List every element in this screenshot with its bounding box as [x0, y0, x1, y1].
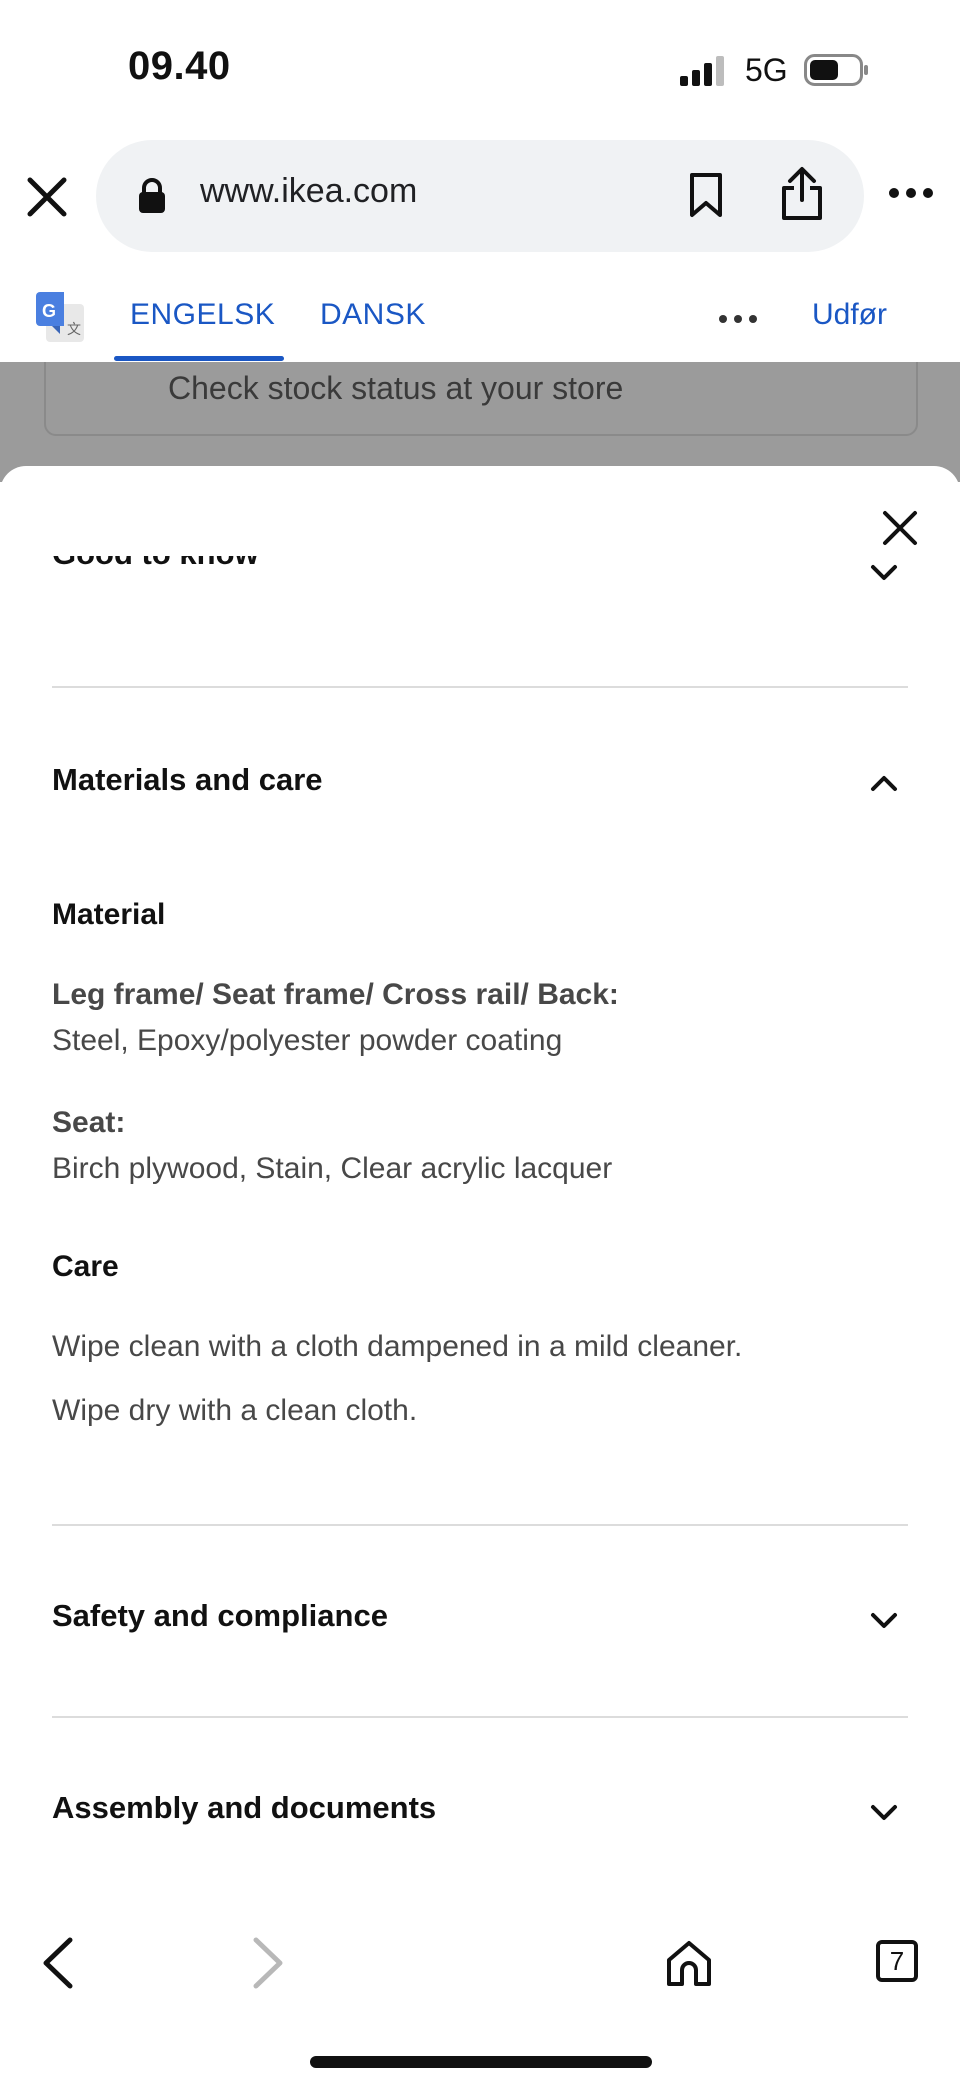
more-options-icon[interactable]: [718, 314, 758, 324]
svg-text:文: 文: [67, 322, 81, 338]
active-tab-indicator: [114, 356, 284, 361]
chevron-down-icon: [871, 1805, 897, 1820]
product-details-sheet: Good to know Materials and care Material…: [0, 466, 960, 1906]
battery-icon: [804, 54, 868, 86]
url-text[interactable]: www.ikea.com: [200, 172, 417, 211]
stock-status-text: Check stock status at your store: [168, 370, 624, 406]
accordion-materials-and-care[interactable]: Materials and care: [52, 762, 908, 812]
share-icon[interactable]: [780, 166, 824, 222]
back-arrow-icon[interactable]: [40, 1936, 76, 1990]
material-part-value: Birch plywood, Stain, Clear acrylic lacq…: [52, 1152, 613, 1185]
material-part-value: Steel, Epoxy/polyester powder coating: [52, 1024, 563, 1057]
care-instruction: Wipe clean with a cloth dampened in a mi…: [52, 1330, 743, 1363]
accordion-title: Safety and compliance: [52, 1598, 388, 1633]
status-bar: 09.40 5G: [0, 0, 960, 130]
care-instruction: Wipe dry with a clean cloth.: [52, 1394, 418, 1427]
care-heading: Care: [52, 1250, 119, 1283]
home-indicator: [310, 2056, 652, 2068]
tab-target-language[interactable]: DANSK: [320, 298, 426, 332]
divider: [52, 1716, 908, 1718]
close-icon[interactable]: [880, 508, 920, 548]
chevron-up-icon: [871, 776, 897, 791]
accordion-title: Good to know: [52, 556, 259, 572]
chevron-down-icon: [871, 1613, 897, 1628]
forward-arrow-icon[interactable]: [250, 1936, 286, 1990]
home-icon[interactable]: [664, 1938, 714, 1988]
divider: [52, 1524, 908, 1526]
close-icon[interactable]: [26, 176, 68, 218]
tab-switcher-button[interactable]: 7: [876, 1940, 918, 1982]
svg-text:G: G: [42, 301, 56, 321]
google-translate-icon: G 文: [36, 292, 84, 342]
material-part-label: Seat:: [52, 1106, 126, 1139]
lock-icon: [139, 178, 165, 213]
material-heading: Material: [52, 898, 166, 931]
bookmark-icon[interactable]: [688, 172, 724, 218]
accordion-title: Assembly and documents: [52, 1790, 437, 1825]
chevron-down-icon: [871, 565, 897, 580]
more-options-icon[interactable]: [888, 186, 934, 200]
network-type: 5G: [745, 52, 788, 88]
status-time: 09.40: [128, 44, 231, 88]
accordion-assembly-and-documents[interactable]: Assembly and documents: [52, 1790, 908, 1840]
page-backdrop[interactable]: Check stock status at your store: [0, 362, 960, 482]
tab-source-language[interactable]: ENGELSK: [130, 298, 275, 332]
done-button[interactable]: Udfør: [812, 298, 887, 332]
accordion-title: Materials and care: [52, 762, 323, 797]
cellular-signal-icon: [680, 56, 724, 86]
accordion-good-to-know[interactable]: Good to know: [52, 556, 908, 596]
material-part-label: Leg frame/ Seat frame/ Cross rail/ Back:: [52, 978, 619, 1011]
divider: [52, 686, 908, 688]
accordion-safety-and-compliance[interactable]: Safety and compliance: [52, 1598, 908, 1648]
